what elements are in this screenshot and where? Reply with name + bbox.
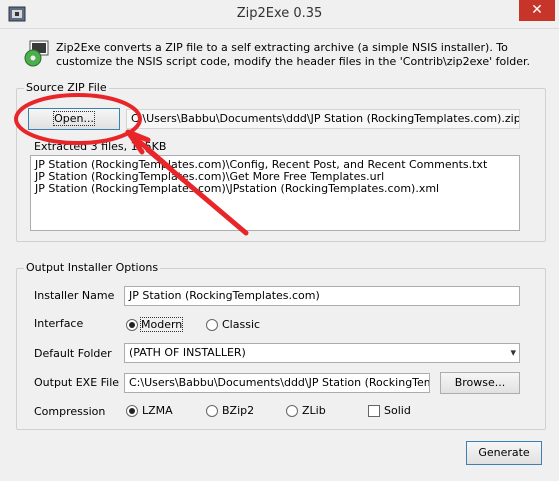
compression-label: Compression [34, 405, 106, 418]
output-exe-input[interactable]: C:\Users\Babbu\Documents\ddd\JP Station … [124, 373, 430, 393]
chevron-down-icon[interactable]: ▾ [510, 344, 516, 362]
interface-classic-label[interactable]: Classic [222, 318, 260, 331]
compression-bzip2-label[interactable]: BZip2 [222, 404, 254, 417]
close-button[interactable]: ✕ [519, 0, 555, 21]
file-list[interactable]: JP Station (RockingTemplates.com)\Config… [30, 155, 520, 231]
compression-zlib-radio[interactable] [286, 405, 298, 417]
default-folder-select[interactable]: (PATH OF INSTALLER) ▾ [124, 343, 520, 363]
default-folder-value: (PATH OF INSTALLER) [129, 346, 246, 359]
output-options-group-label: Output Installer Options [24, 261, 161, 274]
installer-name-input[interactable]: JP Station (RockingTemplates.com) [124, 286, 520, 306]
compression-bzip2-radio[interactable] [206, 405, 218, 417]
source-zip-group-label: Source ZIP File [24, 81, 109, 94]
window-title: Zip2Exe 0.35 [236, 6, 323, 21]
solid-label[interactable]: Solid [384, 404, 411, 417]
interface-classic-radio[interactable] [206, 319, 218, 331]
default-folder-label: Default Folder [34, 347, 112, 360]
installer-name-label: Installer Name [34, 289, 115, 302]
zip-path-field: C:\Users\Babbu\Documents\ddd\JP Station … [126, 109, 520, 129]
installer-disc-icon [24, 40, 49, 67]
interface-modern-radio[interactable] [126, 319, 138, 331]
compression-zlib-label[interactable]: ZLib [302, 404, 326, 417]
compression-lzma-radio[interactable] [126, 405, 138, 417]
interface-modern-label[interactable]: Modern [139, 317, 184, 332]
interface-label: Interface [34, 317, 84, 330]
list-item[interactable]: JP Station (RockingTemplates.com)\JPstat… [35, 183, 515, 195]
open-button[interactable]: Open... [28, 108, 120, 130]
extracted-status: Extracted 3 files, 125KB [34, 140, 167, 153]
description-text: Zip2Exe converts a ZIP file to a self ex… [56, 41, 531, 68]
generate-button[interactable]: Generate [466, 441, 542, 465]
open-button-label: Open... [53, 111, 95, 126]
output-exe-label: Output EXE File [34, 376, 120, 389]
browse-button[interactable]: Browse... [440, 372, 520, 394]
compression-lzma-label[interactable]: LZMA [142, 404, 173, 417]
solid-checkbox[interactable] [368, 405, 380, 417]
